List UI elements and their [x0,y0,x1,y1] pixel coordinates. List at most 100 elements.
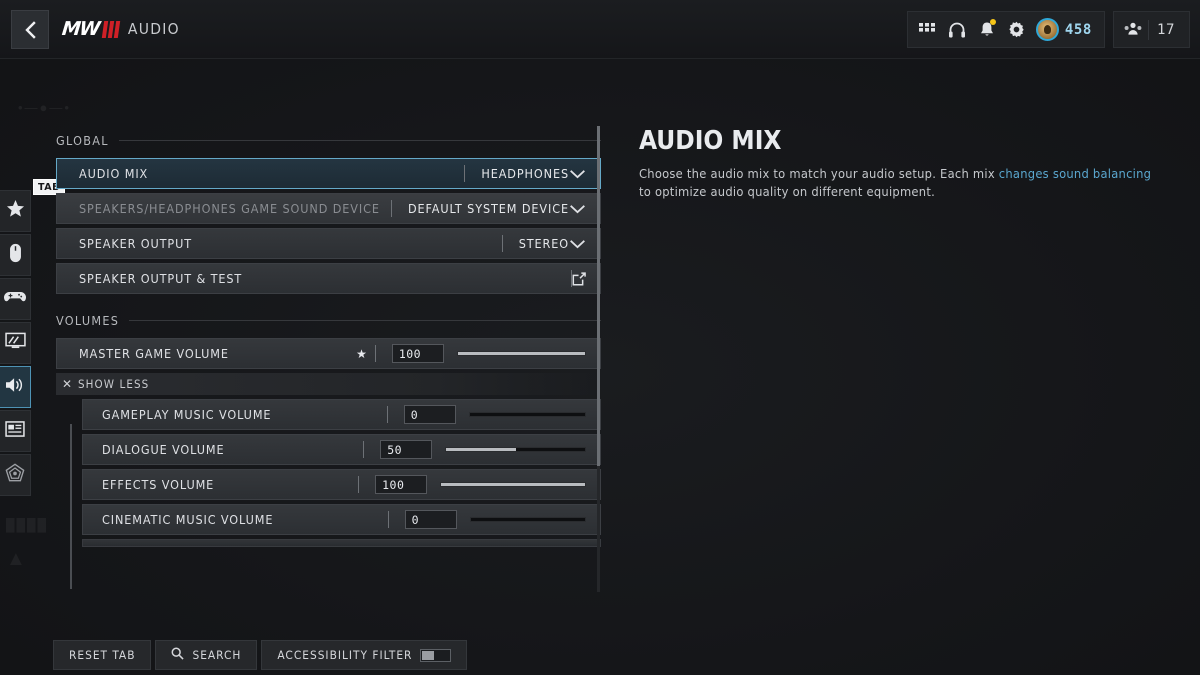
row-divider [374,345,376,362]
volume-slider[interactable] [445,447,586,452]
mw3-logo-icon: MW [60,18,121,40]
favorite-star-icon[interactable]: ★ [356,347,367,361]
setting-effects-volume[interactable]: EFFECTS VOLUME 100 [82,469,601,500]
value-input[interactable]: 0 [404,510,457,529]
setting-speaker-output-test[interactable]: SPEAKER OUTPUT & TEST [56,263,601,294]
accessibility-filter-label: ACCESSIBILITY FILTER [277,648,413,662]
chevron-down-icon[interactable] [569,169,586,179]
setting-speaker-output[interactable]: SPEAKER OUTPUT STEREO [56,228,601,259]
squad-group: 17 [1112,11,1190,48]
row-divider [363,441,365,458]
mw-logo-text: MW [60,18,101,40]
row-divider [387,511,389,528]
sidebar-item-favorites[interactable] [0,190,31,232]
slider-fill [446,448,516,451]
accessibility-filter-button[interactable]: ACCESSIBILITY FILTER [261,640,468,670]
page-title: AUDIO [127,20,180,38]
slider-fill [457,352,585,355]
volume-slider[interactable] [468,412,586,417]
info-text-before: Choose the audio mix to match your audio… [639,167,999,182]
bottom-action-bar: RESET TAB SEARCH ACCESSIBILITY FILTER [53,640,468,670]
sidebar-item-graphics[interactable] [0,322,31,364]
reset-tab-button[interactable]: RESET TAB [53,640,152,670]
volume-slider[interactable] [440,482,586,487]
setting-label: SPEAKERS/HEADPHONES GAME SOUND DEVICE [79,201,380,216]
setting-gameplay-music-volume[interactable]: GAMEPLAY MUSIC VOLUME 0 [82,399,601,430]
value-input[interactable]: 100 [391,344,444,363]
brand-and-title: MW AUDIO [60,18,180,40]
sidebar-item-accessibility[interactable] [0,454,31,496]
chevron-left-icon [24,20,37,39]
setting-label: SPEAKER OUTPUT [79,236,193,251]
show-less-toggle[interactable]: ✕ SHOW LESS [56,373,601,395]
setting-audio-mix[interactable]: AUDIO MIX HEADPHONES [56,158,601,189]
settings-scrollbar[interactable] [597,126,600,592]
apps-grid-icon[interactable] [912,12,942,47]
setting-value: STEREO [518,236,569,251]
value-input[interactable]: 50 [380,440,433,459]
info-description: Choose the audio mix to match your audio… [639,166,1164,202]
sidebar-item-audio[interactable] [0,366,31,408]
top-header-bar: MW AUDIO 458 17 [0,0,1200,59]
header-icon-group: 458 [906,11,1105,48]
settings-tab-rail [0,190,31,498]
info-panel: AUDIO MIX Choose the audio mix to match … [639,126,1164,202]
setting-row-partially-visible[interactable] [82,539,601,547]
background-decoration: ████ [6,518,49,532]
info-text-after: to optimize audio quality on different e… [639,185,935,200]
currency-amount: 458 [1064,21,1092,38]
monitor-icon [4,332,26,354]
radar-icon [5,463,25,488]
setting-label: MASTER GAME VOLUME [79,346,229,361]
accessibility-filter-toggle[interactable] [420,648,452,662]
search-label: SEARCH [192,648,242,662]
gamepad-icon [4,290,26,309]
group-label: GLOBAL [56,132,109,148]
setting-value: DEFAULT SYSTEM DEVICE [407,201,569,216]
group-divider [129,319,601,321]
interface-card-icon [5,420,25,442]
setting-dialogue-volume[interactable]: DIALOGUE VOLUME 50 [82,434,601,465]
setting-label: EFFECTS VOLUME [102,477,215,492]
close-x-icon: ✕ [61,377,73,391]
sub-settings-indent-rail [70,424,72,589]
back-button[interactable] [11,10,49,49]
row-divider [358,476,360,493]
info-text-link: changes sound balancing [998,167,1152,182]
search-button[interactable]: SEARCH [155,640,258,670]
setting-cinematic-music-volume[interactable]: CINEMATIC MUSIC VOLUME 0 [82,504,601,535]
header-right-cluster: 458 17 [906,11,1190,48]
chevron-down-icon [569,204,586,214]
scrollbar-thumb[interactable] [597,126,600,466]
sidebar-item-mouse-keyboard[interactable] [0,234,31,276]
setting-label: DIALOGUE VOLUME [102,442,225,457]
currency-chip[interactable]: 458 [1032,18,1100,41]
group-divider [118,139,601,141]
reset-tab-label: RESET TAB [69,648,136,662]
chevron-down-icon[interactable] [569,239,586,249]
external-link-icon[interactable] [572,271,586,286]
headphones-icon[interactable] [942,12,972,47]
notifications-bell-icon[interactable] [972,12,1002,47]
value-input[interactable]: 0 [403,405,456,424]
setting-label: AUDIO MIX [79,166,149,181]
star-icon [6,199,25,223]
volume-slider[interactable] [469,517,586,522]
setting-master-game-volume[interactable]: MASTER GAME VOLUME ★ 100 [56,338,601,369]
notification-badge-dot [989,19,996,25]
game-settings-screen: •—●—• ████ ▲ MW AUDIO 458 17 TAB GLOBAL … [0,0,1200,675]
show-less-label: SHOW LESS [78,377,150,391]
value-input[interactable]: 100 [375,475,428,494]
search-icon [171,647,185,663]
squad-icon[interactable] [1118,12,1148,47]
setting-label: CINEMATIC MUSIC VOLUME [102,512,274,527]
settings-list: GLOBAL AUDIO MIX HEADPHONES SPEAKERS/HEA… [56,128,601,594]
speaker-icon [4,376,26,399]
sidebar-item-interface[interactable] [0,410,31,452]
settings-group-header-global: GLOBAL [56,128,601,152]
volume-slider[interactable] [456,351,586,356]
row-divider [386,406,388,423]
settings-group-header-volumes: VOLUMES [56,308,601,332]
settings-gear-icon[interactable] [1002,12,1032,47]
sidebar-item-controller[interactable] [0,278,31,320]
